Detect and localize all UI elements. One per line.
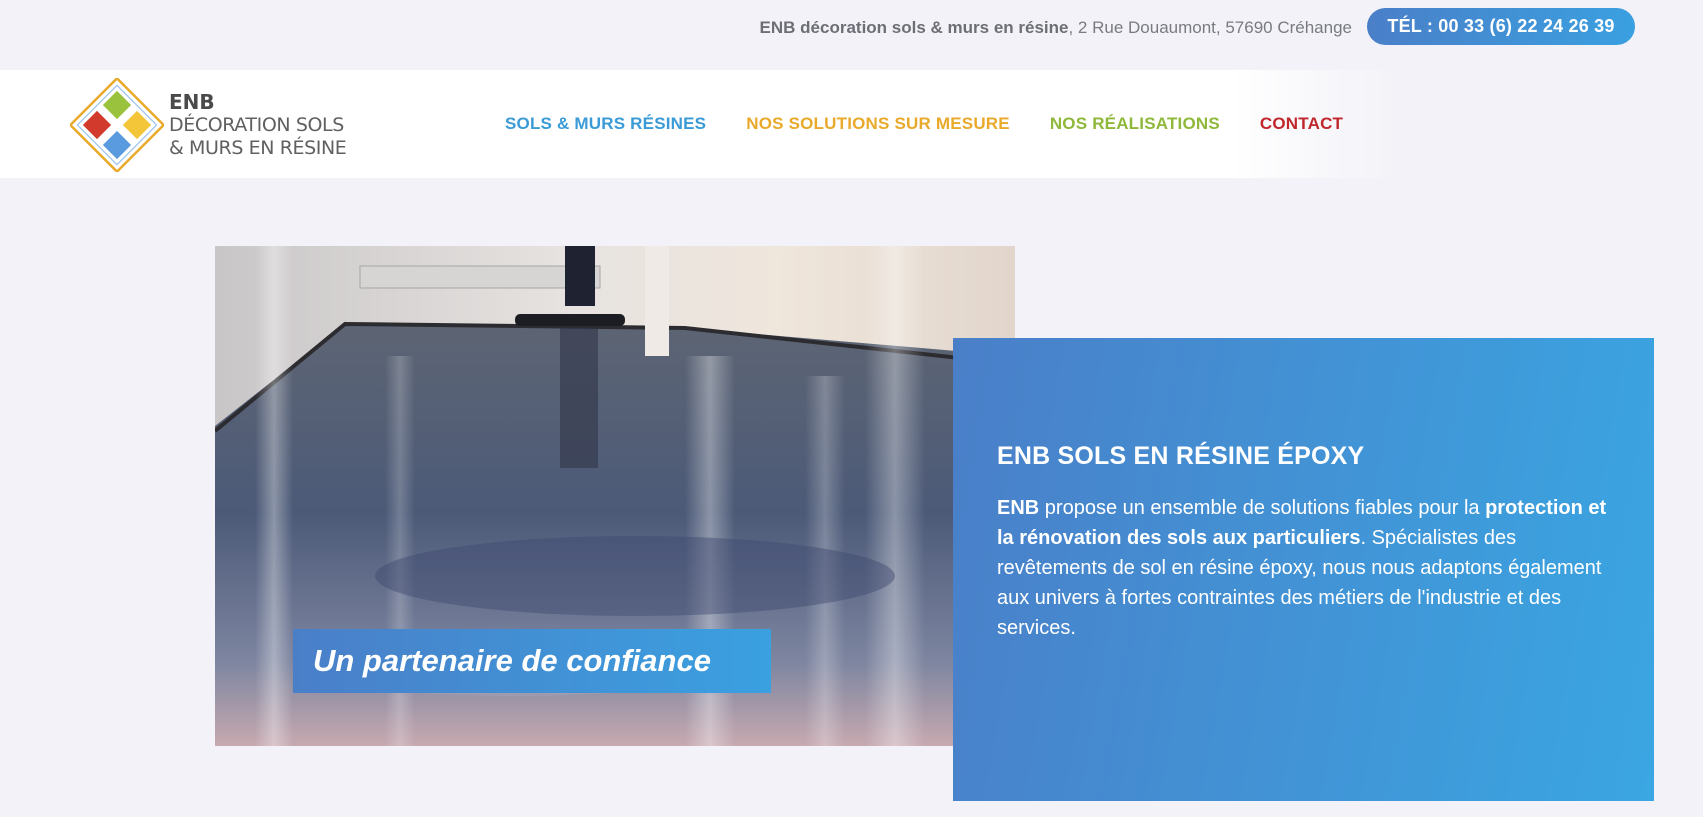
company-name: ENB décoration sols & murs en résine [759,18,1069,37]
intro-panel: ENB SOLS EN RÉSINE ÉPOXY ENB propose un … [953,338,1654,801]
intro-title: ENB SOLS EN RÉSINE ÉPOXY [997,442,1365,470]
nav-solutions-sur-mesure[interactable]: NOS SOLUTIONS SUR MESURE [746,114,1010,134]
address-text: , 2 Rue Douaumont, 57690 Créhange [1068,18,1352,37]
company-address: ENB décoration sols & murs en résine, 2 … [760,18,1352,38]
logo-line-3: & MURS EN RÉSINE [169,136,347,159]
page: ENB décoration sols & murs en résine, 2 … [0,0,1703,817]
logo-text: ENB DÉCORATION SOLS & MURS EN RÉSINE [169,89,347,160]
diamond-tiles-logo-icon [70,78,164,172]
intro-paragraph: ENB propose un ensemble de solutions fia… [997,493,1610,643]
nav-realisations[interactable]: NOS RÉALISATIONS [1050,114,1220,134]
logo-line-2: DÉCORATION SOLS [169,113,344,136]
phone-button[interactable]: TÉL : 00 33 (6) 22 24 26 39 [1367,8,1635,45]
logo-line-1: ENB [169,89,215,114]
site-logo[interactable]: ENB DÉCORATION SOLS & MURS EN RÉSINE [70,78,350,172]
hero-tagline: Un partenaire de confiance [293,629,771,693]
intro-text-1: propose un ensemble de solutions fiables… [1039,497,1486,519]
main-nav: SOLS & MURS RÉSINES NOS SOLUTIONS SUR ME… [505,70,1383,178]
intro-bold-enb: ENB [997,497,1040,519]
nav-sols-murs-resines[interactable]: SOLS & MURS RÉSINES [505,114,706,134]
nav-contact[interactable]: CONTACT [1260,114,1343,134]
top-bar: ENB décoration sols & murs en résine, 2 … [0,0,1703,70]
site-header: ENB DÉCORATION SOLS & MURS EN RÉSINE SOL… [0,70,1400,178]
